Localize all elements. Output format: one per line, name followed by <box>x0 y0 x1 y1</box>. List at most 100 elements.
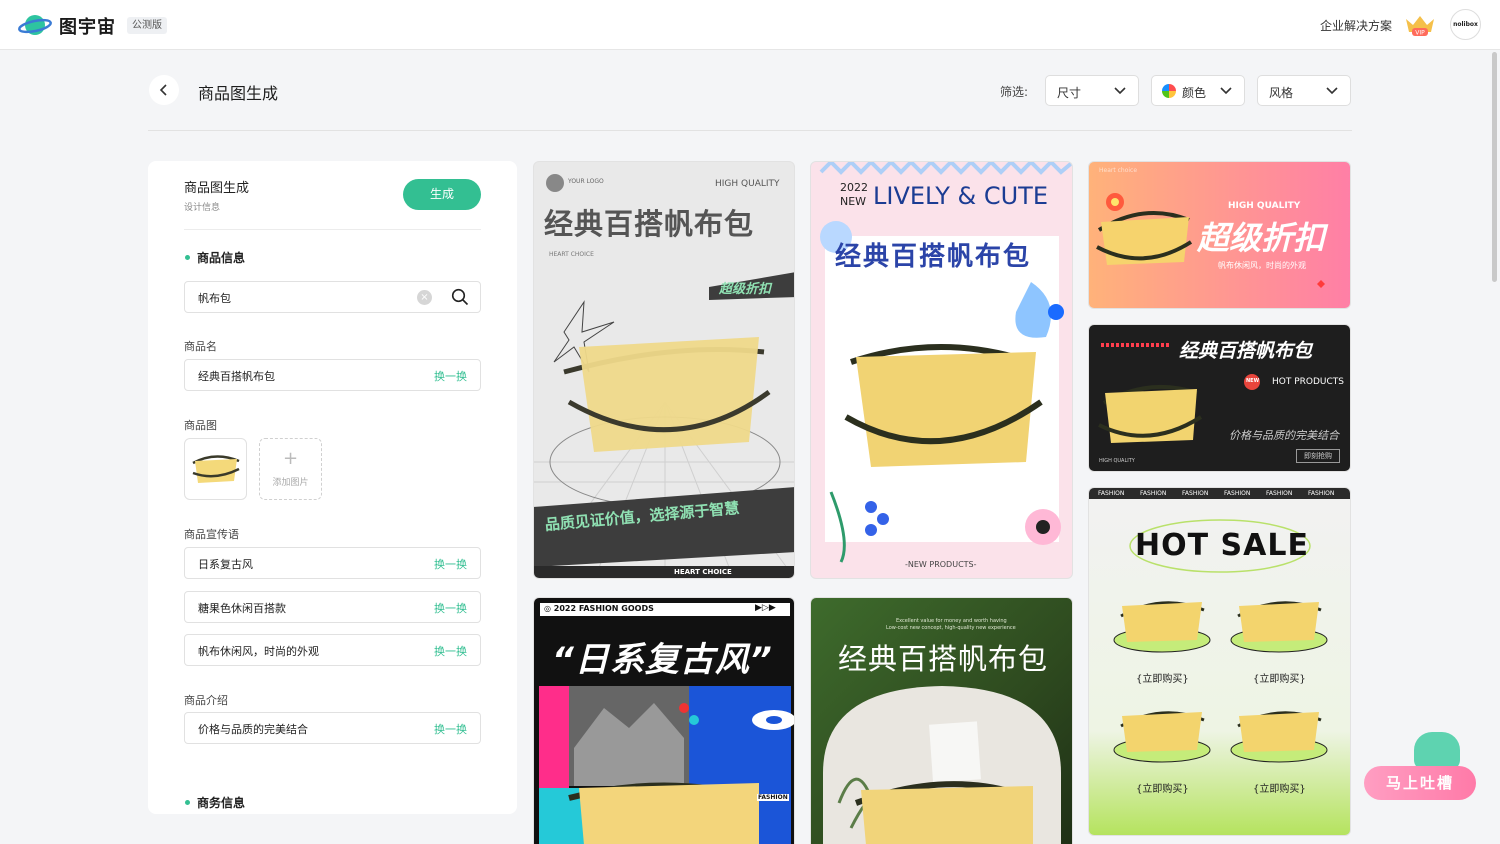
card1-tag: HIGH QUALITY <box>715 179 780 189</box>
card1-ribbon: 超级折扣 <box>719 282 772 297</box>
product-name-value: 经典百搭帆布包 <box>198 370 275 383</box>
logo-placeholder-icon <box>546 174 564 192</box>
search-value: 帆布包 <box>198 292 231 305</box>
card6-fashion: FASHION <box>757 794 789 801</box>
slogan-field-1[interactable]: 日系复古风 换一换 <box>184 547 481 579</box>
card2-artwork <box>819 162 1072 563</box>
swap-button[interactable]: 换一换 <box>434 643 467 659</box>
result-card-1[interactable]: YOUR LOGO HIGH QUALITY 经典百搭帆布包 HEART CHO… <box>533 161 795 579</box>
filter-style-dropdown[interactable]: 风格 <box>1257 75 1351 106</box>
card3-pattern: Heart choice <box>1099 167 1138 174</box>
slogan-value: 帆布休闲风，时尚的外观 <box>198 645 319 658</box>
page-scrollbar[interactable] <box>1492 52 1497 282</box>
filter-size-label: 尺寸 <box>1057 86 1082 100</box>
design-info-panel: 商品图生成 设计信息 生成 商品信息 帆布包 × 商品名 经典百搭帆布包 换一换… <box>148 161 517 814</box>
chevron-down-icon <box>1114 87 1126 95</box>
search-icon[interactable] <box>451 288 469 306</box>
result-card-3[interactable]: Heart choice HIGH QUALITY 超级折扣 帆布休闲风，时尚的… <box>1088 161 1351 309</box>
slogan-value: 日系复古风 <box>198 558 253 571</box>
card4-desc: 价格与品质的完美结合 <box>1229 429 1339 442</box>
add-image-label: 添加图片 <box>272 478 309 488</box>
card3-tag: HIGH QUALITY <box>1228 201 1301 211</box>
card1-sub: HEART CHOICE <box>549 251 594 258</box>
intro-label: 商品介绍 <box>184 694 228 707</box>
beta-badge: 公测版 <box>127 17 167 34</box>
vip-crown-icon[interactable]: VIP <box>1404 13 1436 37</box>
mascot-icon <box>1414 732 1460 770</box>
color-wheel-icon <box>1162 84 1176 98</box>
product-name-label: 商品名 <box>184 340 217 353</box>
result-card-5[interactable]: FASHION FASHION FASHION FASHION FASHION … <box>1088 487 1351 836</box>
generate-button[interactable]: 生成 <box>403 179 481 210</box>
header-divider <box>148 130 1352 131</box>
intro-value: 价格与品质的完美结合 <box>198 723 308 736</box>
swap-button[interactable]: 换一换 <box>434 600 467 616</box>
filter-color-dropdown[interactable]: 颜色 <box>1151 75 1245 106</box>
add-image-button[interactable]: + 添加图片 <box>259 438 322 500</box>
card2-new: NEW <box>840 195 867 208</box>
planet-logo-icon[interactable] <box>18 12 52 38</box>
app-name[interactable]: 图宇宙 <box>59 13 116 39</box>
section-product-info: 商品信息 <box>197 251 246 265</box>
card2-footer: -NEW PRODUCTS- <box>905 560 977 569</box>
result-card-4[interactable]: 经典百搭帆布包 NEW HOT PRODUCTS 价格与品质的完美结合 HIGH… <box>1088 324 1351 472</box>
feedback-button[interactable]: 马上吐槽 <box>1364 766 1476 800</box>
enterprise-solutions-link[interactable]: 企业解决方案 <box>1320 17 1392 34</box>
result-card-6[interactable]: ◎ 2022 FASHION GOODS ▶▷▶ “日系复古风” FASHION <box>533 597 795 844</box>
avatar[interactable]: nolibox <box>1450 9 1481 40</box>
slogan-label: 商品宣传语 <box>184 528 239 541</box>
card4-title: 经典百搭帆布包 <box>1179 340 1313 362</box>
chevron-left-icon <box>159 84 167 96</box>
filter-label: 筛选: <box>1000 85 1029 99</box>
card1-title: 经典百搭帆布包 <box>544 207 755 241</box>
clear-icon[interactable]: × <box>417 290 432 305</box>
vip-label: VIP <box>1415 30 1425 37</box>
card5-buy-4: {立即购买} <box>1253 784 1306 795</box>
section-dot <box>185 800 190 805</box>
section-dot <box>185 255 190 260</box>
card5-title: HOT SALE <box>1135 528 1309 563</box>
card4-buy-button: 即刻抢购 <box>1296 449 1340 463</box>
filter-style-label: 风格 <box>1269 86 1294 100</box>
result-card-2[interactable]: 2022 NEW LIVELY & CUTE 经典百搭帆布包 -NEW PROD… <box>810 161 1073 579</box>
bag-thumbnail-image <box>192 455 240 483</box>
panel-divider <box>184 229 481 230</box>
chevron-down-icon <box>1220 87 1232 95</box>
chevron-down-icon <box>1326 87 1338 95</box>
card3-title: 超级折扣 <box>1197 219 1326 257</box>
plus-icon: + <box>282 448 299 469</box>
card5-buy-3: {立即购买} <box>1136 784 1189 795</box>
card5-buy-2: {立即购买} <box>1253 674 1306 685</box>
page-title: 商品图生成 <box>198 84 279 103</box>
card3-sub: 帆布休闲风，时尚的外观 <box>1218 261 1306 270</box>
product-name-field[interactable]: 经典百搭帆布包 换一换 <box>184 359 481 391</box>
panel-title: 商品图生成 <box>184 181 250 196</box>
top-bar: 图宇宙 公测版 企业解决方案 VIP nolibox <box>0 0 1500 50</box>
filter-size-dropdown[interactable]: 尺寸 <box>1045 75 1139 106</box>
product-intro-field[interactable]: 价格与品质的完美结合 换一换 <box>184 712 481 744</box>
card4-hot: HOT PRODUCTS <box>1272 377 1344 387</box>
swap-button[interactable]: 换一换 <box>434 721 467 737</box>
card5-buy-1: {立即购买} <box>1136 674 1189 685</box>
product-image-label: 商品图 <box>184 419 217 432</box>
panel-subtitle: 设计信息 <box>184 203 221 213</box>
card2-title: 经典百搭帆布包 <box>835 242 1032 272</box>
card2-headline: LIVELY & CUTE <box>873 182 1048 210</box>
back-button[interactable] <box>149 75 179 105</box>
swap-button[interactable]: 换一换 <box>434 368 467 384</box>
slogan-field-2[interactable]: 糖果色休闲百搭款 换一换 <box>184 591 481 623</box>
swap-button[interactable]: 换一换 <box>434 556 467 572</box>
result-card-7[interactable]: Excellent value for money and worth havi… <box>810 597 1073 844</box>
card7-artwork <box>823 686 1061 844</box>
card6-artwork <box>539 686 794 844</box>
card4-quality: HIGH QUALITY <box>1099 458 1135 464</box>
card4-badge: NEW <box>1246 378 1260 384</box>
feedback-widget[interactable]: 马上吐槽 <box>1364 732 1476 800</box>
slogan-field-3[interactable]: 帆布休闲风，时尚的外观 换一换 <box>184 634 481 666</box>
filter-color-label: 颜色 <box>1182 86 1207 100</box>
product-image-thumbnail[interactable] <box>184 438 247 500</box>
card1-footer: HEART CHOICE <box>674 568 732 576</box>
product-search-input[interactable]: 帆布包 × <box>184 281 481 313</box>
slogan-value: 糖果色休闲百搭款 <box>198 602 286 615</box>
section-business-info: 商务信息 <box>197 796 246 810</box>
